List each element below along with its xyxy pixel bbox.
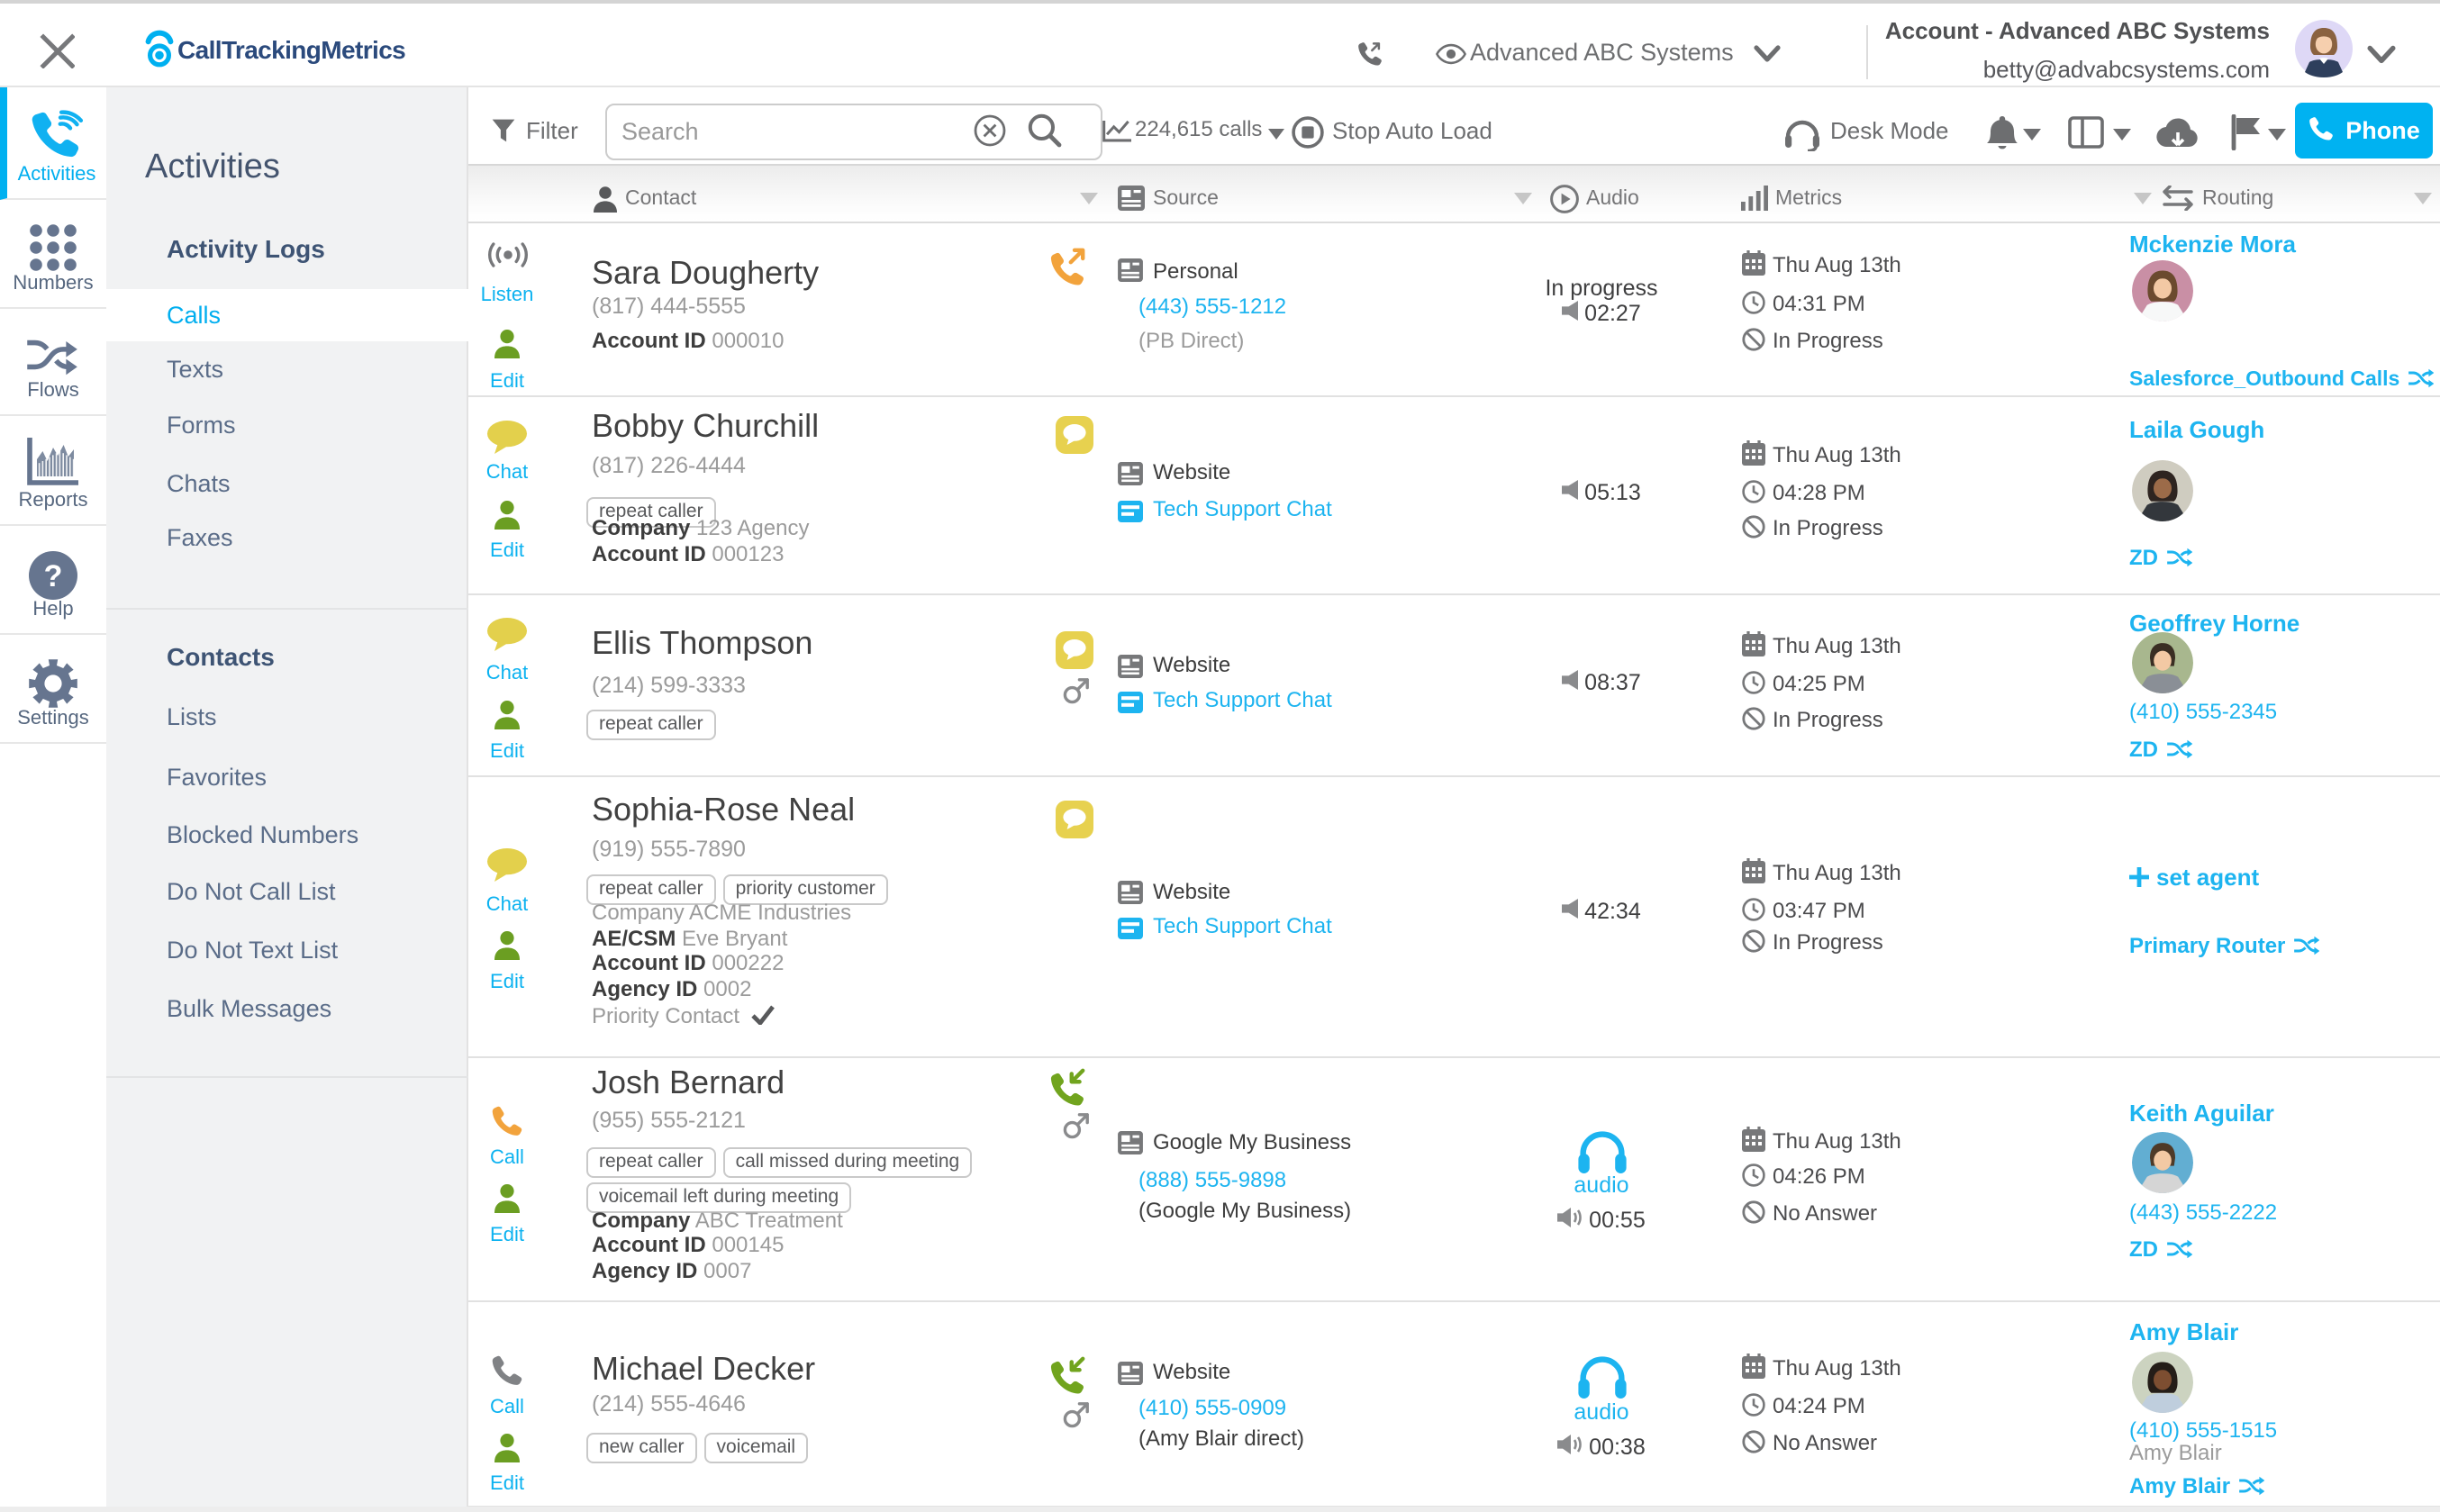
svg-text:?: ? xyxy=(44,559,63,593)
